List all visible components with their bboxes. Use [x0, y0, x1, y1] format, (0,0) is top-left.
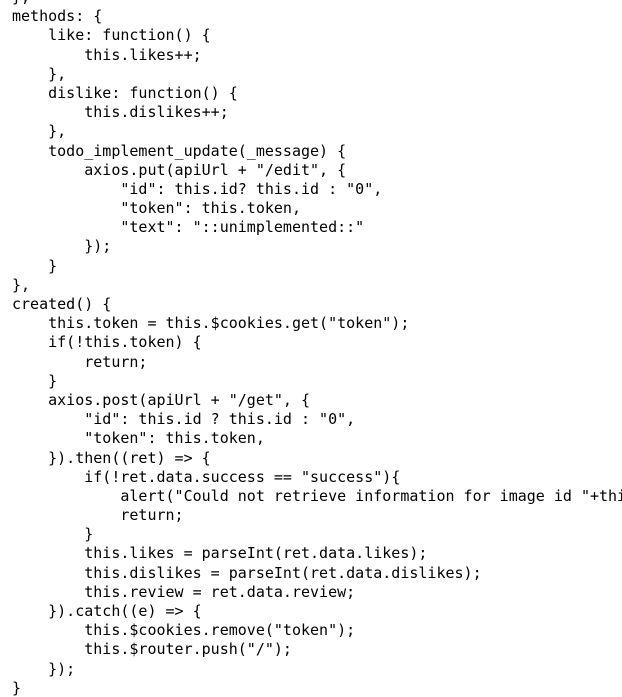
code-line: created() {: [12, 295, 112, 313]
code-line: });: [12, 237, 112, 256]
code-line: },: [12, 122, 67, 141]
code-line: }: [12, 256, 58, 275]
code-viewport: },methods: { like: function() { this.lik…: [0, 0, 622, 697]
code-line: axios.put(apiUrl + "/edit", {: [12, 160, 347, 179]
code-line: methods: {: [12, 7, 103, 26]
code-line: this.likes++;: [12, 45, 202, 64]
code-listing[interactable]: },methods: { like: function() { this.lik…: [0, 0, 622, 697]
code-line: this.review = ret.data.review;: [12, 582, 356, 601]
code-line: "text": "::unimplemented::": [12, 218, 365, 237]
code-line: return;: [12, 352, 148, 371]
code-line: dislike: function() {: [12, 83, 238, 102]
code-line: if(!this.token) {: [12, 333, 202, 352]
code-line: }: [12, 525, 94, 544]
code-line: "id": this.id ? this.id : "0",: [12, 410, 356, 429]
code-line: todo_implement_update(_message) {: [12, 141, 347, 160]
code-line: }).catch((e) => {: [12, 602, 202, 620]
code-line: },: [12, 64, 67, 83]
code-line: this.dislikes = parseInt(ret.data.dislik…: [12, 563, 482, 582]
code-line: this.$cookies.remove("token");: [12, 621, 356, 640]
code-line: }).then((ret) => {: [12, 448, 211, 467]
code-line: if(!ret.data.success == "success"){: [12, 467, 401, 486]
code-line: "token": this.token,: [12, 199, 301, 218]
code-line: alert("Could not retrieve information fo…: [12, 486, 622, 505]
code-line: like: function() {: [12, 26, 211, 45]
code-line: axios.post(apiUrl + "/get", {: [12, 390, 311, 409]
code-line: this.likes = parseInt(ret.data.likes);: [12, 544, 428, 563]
code-line: this.token = this.$cookies.get("token");: [12, 314, 410, 333]
code-line: this.$router.push("/");: [12, 640, 292, 659]
code-line: },: [12, 0, 622, 7]
code-line: },: [12, 275, 31, 294]
code-line: });: [12, 659, 76, 678]
code-line: this.dislikes++;: [12, 103, 229, 122]
code-line: }: [12, 678, 22, 697]
code-line: }: [12, 371, 58, 390]
code-line: return;: [12, 506, 184, 525]
code-line: "token": this.token,: [12, 429, 265, 448]
code-line: "id": this.id? this.id : "0",: [12, 179, 383, 198]
